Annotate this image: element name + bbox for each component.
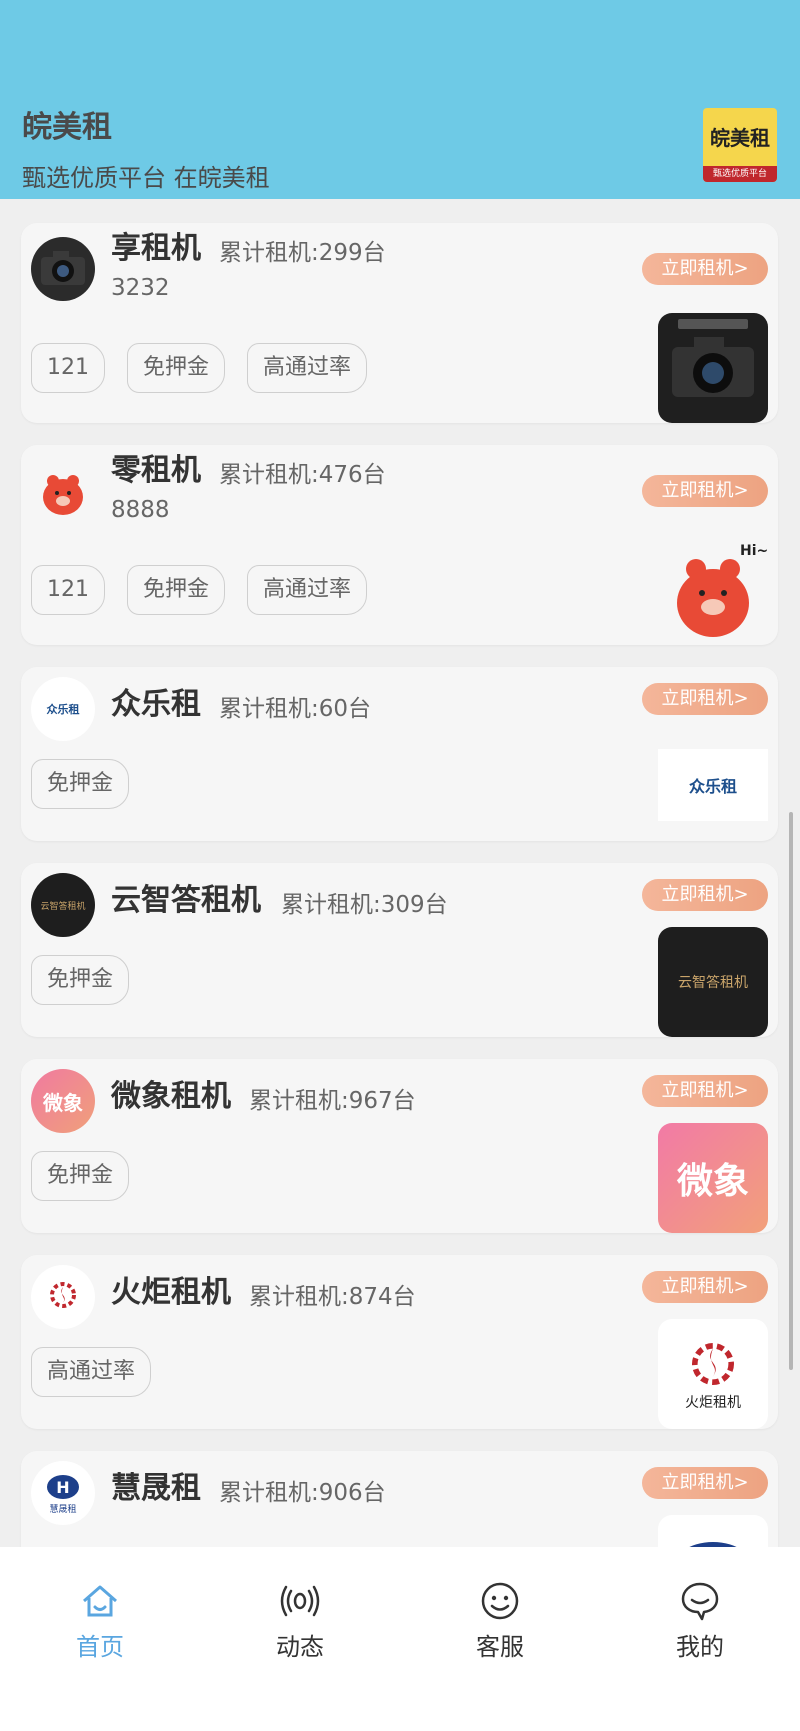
platform-name: 零租机: [111, 453, 201, 488]
rental-count: 累计租机:967台: [249, 1088, 416, 1114]
tag: 121: [31, 343, 105, 393]
tag: 免押金: [127, 565, 226, 615]
tab-customer-service[interactable]: 客服: [440, 1579, 560, 1662]
broadcast-icon: [280, 1585, 320, 1617]
rent-now-button[interactable]: 立即租机>: [642, 253, 768, 285]
zhonglezu-thumbnail: 众乐租: [658, 749, 768, 821]
platform-name: 微象租机: [111, 1079, 231, 1114]
tag-list: 高通过率: [31, 1347, 152, 1397]
huisheng-logo: H 慧晟租: [31, 1461, 95, 1525]
platform-name: 慧晟租: [111, 1471, 201, 1506]
tag-list: 免押金: [31, 955, 130, 1005]
bottom-tab-bar: 首页 动态 客服 我的: [0, 1547, 800, 1731]
tag: 121: [31, 565, 105, 615]
weixiang-thumbnail: 微象: [658, 1123, 768, 1233]
app-subtitle: 甄选优质平台 在皖美租: [22, 164, 270, 192]
camera-icon: [31, 237, 95, 301]
svg-text:H: H: [56, 1478, 69, 1497]
rent-now-button[interactable]: 立即租机>: [642, 475, 768, 507]
app-logo: 皖美租 甄选优质平台: [703, 108, 777, 182]
bear-mascot-thumbnail: Hi~: [658, 535, 768, 645]
platform-card-huoju[interactable]: 火炬租机 累计租机:874台 立即租机> 高通过率 火炬租机: [21, 1255, 778, 1429]
rental-count: 累计租机:874台: [249, 1284, 416, 1310]
rent-now-button[interactable]: 立即租机>: [642, 879, 768, 911]
tag-list: 121 免押金 高通过率: [31, 565, 368, 615]
rent-now-button[interactable]: 立即租机>: [642, 1075, 768, 1107]
tag: 高通过率: [247, 343, 368, 393]
rental-count: 累计租机:299台: [219, 240, 386, 266]
platform-description: 8888: [111, 497, 170, 523]
tag: 免押金: [31, 955, 130, 1005]
tag: 免押金: [31, 759, 130, 809]
platform-name: 火炬租机: [111, 1275, 231, 1310]
rent-now-button[interactable]: 立即租机>: [642, 1467, 768, 1499]
platform-description: 3232: [111, 275, 170, 301]
app-logo-caption: 甄选优质平台: [703, 166, 777, 182]
tab-label: 动态: [276, 1633, 324, 1661]
platform-name: 众乐租: [111, 687, 201, 722]
platform-card-huisheng[interactable]: H 慧晟租 慧晟租 累计租机:906台 立即租机>: [21, 1451, 778, 1547]
platform-name: 云智答租机: [111, 883, 261, 918]
bear-mascot-icon: [31, 459, 95, 523]
tab-activity[interactable]: 动态: [240, 1579, 360, 1662]
platform-card-lingzuji[interactable]: 零租机 累计租机:476台 8888 立即租机> 121 免押金 高通过率 Hi…: [21, 445, 778, 645]
svg-text:Hi~: Hi~: [740, 543, 768, 559]
huoju-logo: [31, 1265, 95, 1329]
rental-count: 累计租机:476台: [219, 462, 386, 488]
rental-count: 累计租机:906台: [219, 1480, 386, 1506]
rent-now-button[interactable]: 立即租机>: [642, 683, 768, 715]
tag: 高通过率: [247, 565, 368, 615]
tag-list: 免押金: [31, 1151, 130, 1201]
tag: 免押金: [127, 343, 226, 393]
app-title: 皖美租: [22, 110, 112, 145]
app-logo-text: 皖美租: [710, 126, 770, 150]
user-chat-icon: [681, 1582, 719, 1621]
huisheng-thumbnail: [658, 1515, 768, 1547]
platform-card-xiangzuji[interactable]: 享租机 累计租机:299台 3232 立即租机> 121 免押金 高通过率: [21, 223, 778, 423]
zhonglezu-logo: 众乐租: [31, 677, 95, 741]
rental-count: 累计租机:309台: [281, 892, 448, 918]
home-icon: [83, 1585, 117, 1617]
tag-list: 121 免押金 高通过率: [31, 343, 368, 393]
huoju-thumbnail: 火炬租机: [658, 1319, 768, 1429]
weixiang-logo: 微象: [31, 1069, 95, 1133]
tag: 免押金: [31, 1151, 130, 1201]
platform-list[interactable]: 享租机 累计租机:299台 3232 立即租机> 121 免押金 高通过率 零租…: [0, 199, 800, 1547]
smile-icon: [481, 1582, 519, 1620]
platform-card-weixiang[interactable]: 微象 微象租机 累计租机:967台 立即租机> 免押金 微象: [21, 1059, 778, 1233]
platform-card-yunzhida[interactable]: 云智答租机 云智答租机 累计租机:309台 立即租机> 免押金 云智答租机: [21, 863, 778, 1037]
tab-label: 首页: [76, 1633, 124, 1661]
camera-thumbnail: [658, 313, 768, 423]
tab-home[interactable]: 首页: [40, 1579, 160, 1662]
tag: 高通过率: [31, 1347, 152, 1397]
yunzhida-logo: 云智答租机: [31, 873, 95, 937]
platform-name: 享租机: [111, 231, 201, 266]
header: 皖美租 甄选优质平台 在皖美租 皖美租 甄选优质平台: [0, 0, 800, 199]
tag-list: 免押金: [31, 759, 130, 809]
tab-label: 我的: [676, 1633, 724, 1661]
rent-now-button[interactable]: 立即租机>: [642, 1271, 768, 1303]
scrollbar[interactable]: [789, 812, 793, 1370]
yunzhida-thumbnail: 云智答租机: [658, 927, 768, 1037]
tab-mine[interactable]: 我的: [640, 1579, 760, 1662]
platform-card-zhonglezu[interactable]: 众乐租 众乐租 累计租机:60台 立即租机> 免押金 众乐租: [21, 667, 778, 841]
tab-label: 客服: [476, 1633, 524, 1661]
rental-count: 累计租机:60台: [219, 696, 372, 722]
